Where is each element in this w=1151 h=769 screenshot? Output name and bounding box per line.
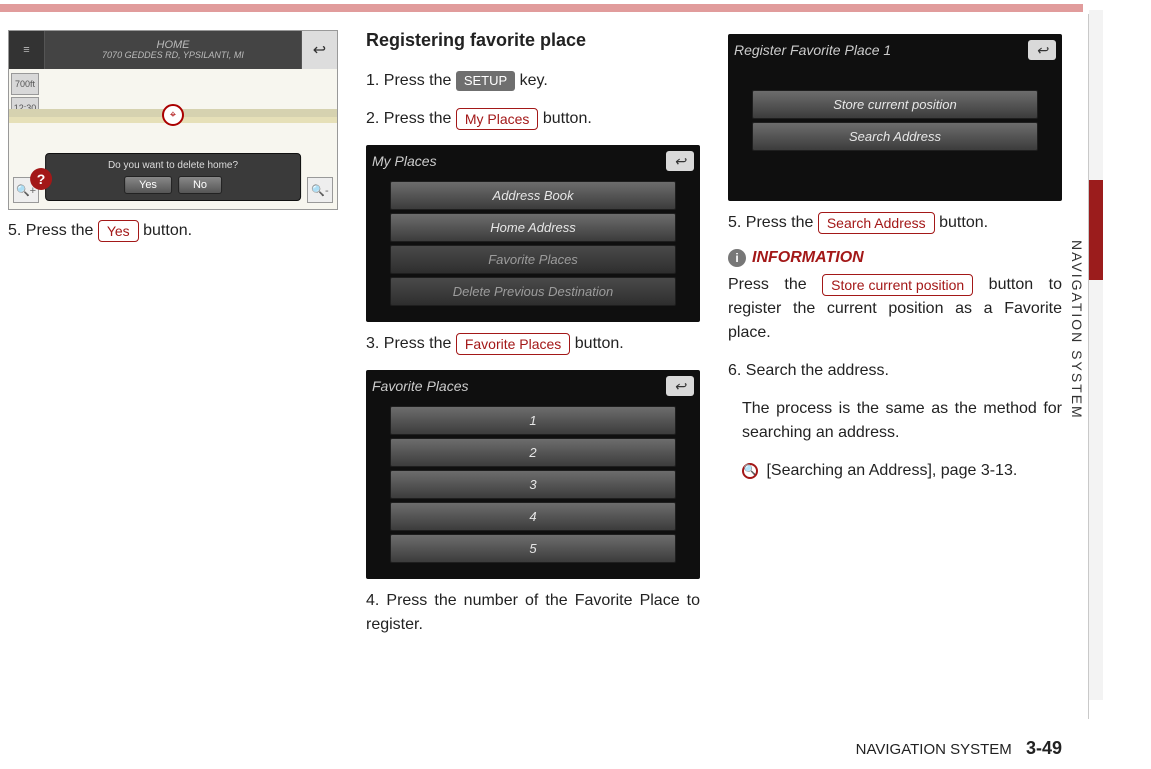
col1-step5: 5. Press the Yes button. (8, 220, 338, 242)
map-scale-top[interactable]: 700ft (11, 73, 39, 95)
favorite-places-title: Favorite Places (372, 378, 468, 394)
col3-step6a: 6. Search the address. (728, 359, 1062, 383)
information-label: INFORMATION (752, 249, 864, 267)
store-current-pill: Store current position (822, 274, 973, 296)
col3-step6b: The process is the same as the method fo… (728, 397, 1062, 445)
step3-post: button. (575, 335, 624, 352)
map-title-line2: 7070 GEDDES RD, YPSILANTI, MI (45, 51, 301, 61)
top-accent-band (0, 4, 1083, 12)
col1-step5-pre: 5. Press the (8, 222, 98, 239)
yes-pill: Yes (98, 220, 139, 242)
thumb-tab-upper (1089, 10, 1103, 180)
my-places-pill: My Places (456, 108, 539, 130)
col2-step2: 2. Press the My Places button. (366, 107, 700, 131)
map-body: 700ft 12:30 ⌖ 🔍+ 🔍- ? Do you want to del… (9, 69, 337, 209)
back-icon[interactable]: ↩ (1028, 40, 1056, 60)
col1-step5-post: button. (143, 222, 192, 239)
information-body: Press the Store current position button … (728, 273, 1062, 345)
step3-pre: 3. Press the (366, 335, 456, 352)
map-screenshot: ≡ HOME 7070 GEDDES RD, YPSILANTI, MI ↩ 7… (8, 30, 338, 210)
home-list-icon[interactable]: ≡ (9, 31, 45, 69)
row-favorite-places[interactable]: Favorite Places (390, 245, 676, 274)
col3-step5: 5. Press the Search Address button. (728, 211, 1062, 235)
column-3: Register Favorite Place 1 ↩ Store curren… (728, 30, 1062, 730)
thumb-tab-active (1089, 180, 1103, 280)
page-right-rule (1088, 14, 1089, 719)
column-2: Registering favorite place 1. Press the … (366, 30, 700, 730)
back-icon[interactable]: ↩ (666, 151, 694, 171)
dialog-text: Do you want to delete home? (52, 160, 294, 171)
dialog-no-button[interactable]: No (178, 176, 222, 194)
row-address-book[interactable]: Address Book (390, 181, 676, 210)
map-title: HOME 7070 GEDDES RD, YPSILANTI, MI (45, 31, 301, 69)
row-home-address[interactable]: Home Address (390, 213, 676, 242)
back-icon[interactable]: ↩ (666, 376, 694, 396)
register-favorite-screenshot: Register Favorite Place 1 ↩ Store curren… (728, 34, 1062, 201)
dialog-yes-button[interactable]: Yes (124, 176, 172, 194)
step2-post: button. (543, 110, 592, 127)
favorite-places-pill: Favorite Places (456, 333, 570, 355)
col3-ref: 🔍 [Searching an Address], page 3-13. (728, 459, 1062, 483)
row-search-address[interactable]: Search Address (752, 122, 1038, 151)
zoom-out-icon[interactable]: 🔍- (307, 177, 333, 203)
fav-slot-4[interactable]: 4 (390, 502, 676, 531)
col2-step4: 4. Press the number of the Favorite Plac… (366, 589, 700, 637)
question-icon: ? (30, 168, 52, 190)
col2-step1: 1. Press the SETUP key. (366, 69, 700, 93)
my-places-screenshot: My Places ↩ Address Book Home Address Fa… (366, 145, 700, 322)
fav-slot-1[interactable]: 1 (390, 406, 676, 435)
search-address-pill: Search Address (818, 212, 935, 234)
my-places-title: My Places (372, 153, 437, 169)
column-1: ≡ HOME 7070 GEDDES RD, YPSILANTI, MI ↩ 7… (8, 30, 338, 730)
page-columns: ≡ HOME 7070 GEDDES RD, YPSILANTI, MI ↩ 7… (0, 30, 1070, 730)
page-footer: NAVIGATION SYSTEM 3-49 (0, 738, 1070, 759)
info-icon: i (728, 249, 746, 267)
step5c-post: button. (939, 214, 988, 231)
information-heading: i INFORMATION (728, 249, 1062, 267)
footer-section: NAVIGATION SYSTEM (856, 741, 1012, 758)
fav-slot-2[interactable]: 2 (390, 438, 676, 467)
footer-page-number: 3-49 (1026, 738, 1062, 758)
row-store-current[interactable]: Store current position (752, 90, 1038, 119)
row-delete-prev[interactable]: Delete Previous Destination (390, 277, 676, 306)
step1-post: key. (520, 72, 548, 89)
step5c-pre: 5. Press the (728, 214, 818, 231)
fav-slot-3[interactable]: 3 (390, 470, 676, 499)
destination-marker-icon: ⌖ (162, 104, 184, 126)
step1-pre: 1. Press the (366, 72, 456, 89)
map-confirm-dialog: ? Do you want to delete home? Yes No (45, 153, 301, 201)
section-heading: Registering favorite place (366, 30, 700, 51)
reference-icon: 🔍 (742, 463, 758, 479)
col2-step3: 3. Press the Favorite Places button. (366, 332, 700, 356)
map-header: ≡ HOME 7070 GEDDES RD, YPSILANTI, MI ↩ (9, 31, 337, 69)
setup-key-pill: SETUP (456, 71, 515, 91)
favorite-places-screenshot: Favorite Places ↩ 1 2 3 4 5 (366, 370, 700, 579)
register-favorite-title: Register Favorite Place 1 (734, 42, 891, 58)
map-back-icon[interactable]: ↩ (301, 31, 337, 69)
step2-pre: 2. Press the (366, 110, 456, 127)
fav-slot-5[interactable]: 5 (390, 534, 676, 563)
info-pre: Press the (728, 276, 822, 293)
side-section-label: NAVIGATION SYSTEM (1069, 240, 1085, 420)
thumb-tab-lower (1089, 280, 1103, 700)
reference-text: [Searching an Address], page 3-13. (766, 462, 1017, 479)
